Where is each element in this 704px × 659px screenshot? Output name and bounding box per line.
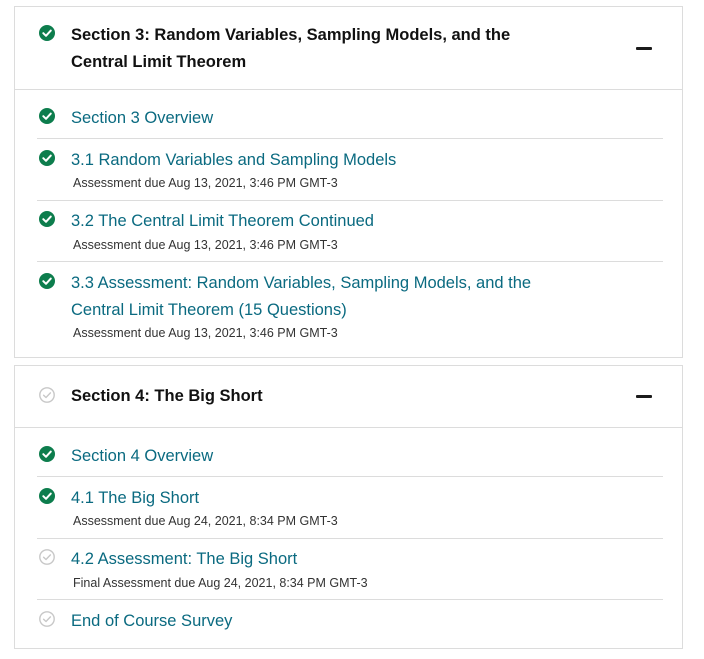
unit-link[interactable]: Section 4 Overview xyxy=(71,443,213,470)
unit-link[interactable]: 3.2 The Central Limit Theorem Continued xyxy=(71,208,374,235)
section-4: Section 4: The Big Short Section 4 Overv… xyxy=(14,365,683,649)
check-circle-icon xyxy=(39,211,55,227)
unit-link[interactable]: 4.1 The Big Short xyxy=(71,485,199,512)
unit-item[interactable]: 3.3 Assessment: Random Variables, Sampli… xyxy=(37,262,663,352)
unit-due-date: Assessment due Aug 13, 2021, 3:46 PM GMT… xyxy=(73,326,338,340)
section-title: Section 4: The Big Short xyxy=(71,387,263,405)
unit-due-date: Final Assessment due Aug 24, 2021, 8:34 … xyxy=(73,576,368,590)
unit-due-date: Assessment due Aug 24, 2021, 8:34 PM GMT… xyxy=(73,514,338,528)
unit-item[interactable]: Section 3 Overview xyxy=(37,97,663,139)
unit-item[interactable]: 3.2 The Central Limit Theorem Continued … xyxy=(37,201,663,262)
unit-item[interactable]: End of Course Survey xyxy=(37,600,663,644)
unit-link[interactable]: 4.2 Assessment: The Big Short xyxy=(71,546,297,573)
unit-link[interactable]: 3.1 Random Variables and Sampling Models xyxy=(71,147,396,174)
check-circle-icon xyxy=(39,108,55,124)
check-circle-icon xyxy=(39,488,55,504)
check-circle-icon xyxy=(39,150,55,166)
section-title: Section 3: Random Variables, Sampling Mo… xyxy=(71,26,511,71)
collapse-section-button[interactable] xyxy=(636,40,652,56)
unit-item[interactable]: 4.2 Assessment: The Big Short Final Asse… xyxy=(37,539,663,600)
section-3: Section 3: Random Variables, Sampling Mo… xyxy=(14,6,683,358)
unit-link[interactable]: 3.3 Assessment: Random Variables, Sampli… xyxy=(71,270,531,324)
unit-due-date: Assessment due Aug 13, 2021, 3:46 PM GMT… xyxy=(73,238,338,252)
unit-item[interactable]: 3.1 Random Variables and Sampling Models… xyxy=(37,139,663,201)
check-circle-icon xyxy=(39,25,55,41)
incomplete-check-icon xyxy=(39,549,55,565)
unit-item[interactable]: Section 4 Overview xyxy=(37,435,663,477)
incomplete-check-icon xyxy=(39,611,55,627)
collapse-section-button[interactable] xyxy=(636,388,652,404)
unit-item[interactable]: 4.1 The Big Short Assessment due Aug 24,… xyxy=(37,477,663,539)
unit-due-date: Assessment due Aug 13, 2021, 3:46 PM GMT… xyxy=(73,176,338,190)
unit-link[interactable]: End of Course Survey xyxy=(71,608,232,635)
check-circle-icon xyxy=(39,273,55,289)
section-4-header[interactable]: Section 4: The Big Short xyxy=(15,366,682,428)
unit-link[interactable]: Section 3 Overview xyxy=(71,105,213,132)
check-circle-icon xyxy=(39,446,55,462)
incomplete-check-icon xyxy=(39,387,55,403)
section-3-header[interactable]: Section 3: Random Variables, Sampling Mo… xyxy=(15,7,682,90)
